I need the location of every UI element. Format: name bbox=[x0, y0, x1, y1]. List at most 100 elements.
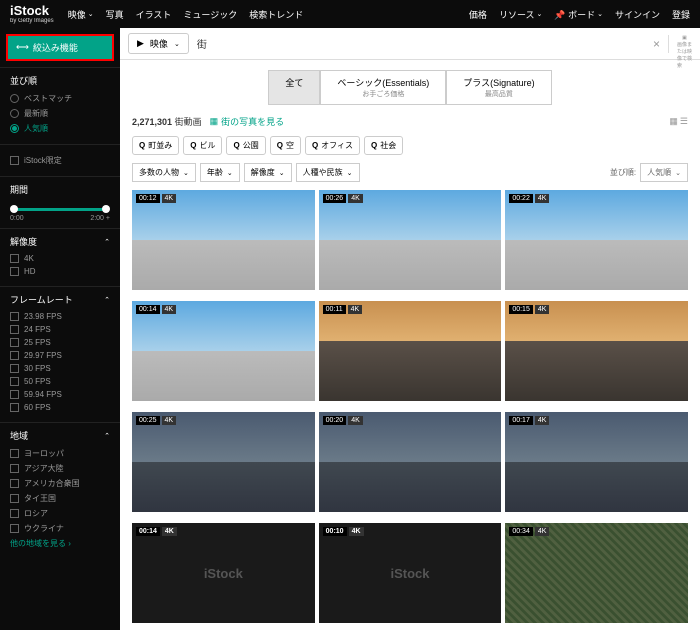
duration-section: 期間 0:002:00 + bbox=[0, 176, 120, 228]
filter-dropdown[interactable]: 年齢 ⌄ bbox=[200, 163, 240, 182]
duration-badge: 00:10 bbox=[323, 527, 347, 536]
duration-badge: 00:20 bbox=[323, 416, 347, 425]
result-thumbnail[interactable]: 00:174K bbox=[505, 412, 688, 512]
filter-dropdown[interactable]: 解像度 ⌄ bbox=[244, 163, 292, 182]
suggestion-chip[interactable]: Q 社会 bbox=[364, 136, 403, 155]
media-type-select[interactable]: ▶ 映像 ⌄ bbox=[128, 33, 189, 54]
exclusive-checkbox[interactable]: iStock限定 bbox=[10, 155, 110, 166]
filter-icon: ⟷ bbox=[16, 42, 29, 53]
duration-badge: 00:17 bbox=[509, 416, 533, 425]
filter-checkbox[interactable]: 29.97 FPS bbox=[10, 351, 110, 360]
result-count: 2,271,301 街動画 bbox=[132, 115, 202, 128]
quality-badge: 4K bbox=[349, 527, 364, 536]
search-input[interactable]: 街 bbox=[197, 36, 645, 51]
suggestion-chip[interactable]: Q オフィス bbox=[305, 136, 360, 155]
result-thumbnail[interactable]: 00:254K bbox=[132, 412, 315, 512]
filter-checkbox[interactable]: アメリカ合衆国 bbox=[10, 478, 110, 489]
filter-checkbox[interactable]: アジア大陸 bbox=[10, 463, 110, 474]
sort-select[interactable]: 並び順:人気順 ⌄ bbox=[610, 163, 688, 182]
result-thumbnail[interactable]: 00:144KiStock bbox=[132, 523, 315, 623]
filter-checkbox[interactable]: 60 FPS bbox=[10, 403, 110, 412]
sort-section: 並び順 ベストマッチ最新順人気順 bbox=[0, 67, 120, 144]
result-thumbnail[interactable]: 00:204K bbox=[319, 412, 502, 512]
filter-dropdowns: 多数の人物 ⌄年齢 ⌄解像度 ⌄人種や民族 ⌄ 並び順:人気順 ⌄ bbox=[120, 163, 700, 190]
filter-checkbox[interactable]: 24 FPS bbox=[10, 325, 110, 334]
nav-item[interactable]: 写真 bbox=[106, 8, 124, 21]
filter-checkbox[interactable]: HD bbox=[10, 267, 110, 276]
nav-item[interactable]: 検索トレンド bbox=[249, 8, 303, 21]
suggestion-chip[interactable]: Q 公園 bbox=[226, 136, 265, 155]
filter-toggle-button[interactable]: ⟷ 絞込み機能 bbox=[6, 34, 114, 61]
result-thumbnail[interactable]: 00:264K bbox=[319, 190, 502, 290]
filter-checkbox[interactable]: 23.98 FPS bbox=[10, 312, 110, 321]
result-thumbnail[interactable]: 00:124K bbox=[132, 190, 315, 290]
search-by-image-button[interactable]: ▣ 画像または映像で検索 bbox=[668, 35, 692, 53]
filter-checkbox[interactable]: タイ王国 bbox=[10, 493, 110, 504]
filter-checkbox[interactable]: ウクライナ bbox=[10, 523, 110, 534]
video-icon: ▶ bbox=[137, 38, 144, 49]
quality-badge: 4K bbox=[162, 305, 177, 314]
framerate-section: フレームレート⌃ 23.98 FPS24 FPS25 FPS29.97 FPS3… bbox=[0, 286, 120, 422]
suggestion-chip[interactable]: Q ビル bbox=[183, 136, 222, 155]
view-toggle[interactable]: ▦☰ bbox=[669, 116, 688, 127]
chevron-up-icon[interactable]: ⌃ bbox=[104, 238, 110, 246]
suggestion-chip[interactable]: Q 町並み bbox=[132, 136, 179, 155]
nav-item[interactable]: 登録 bbox=[672, 8, 690, 21]
quality-badge: 4K bbox=[348, 416, 363, 425]
sort-radio[interactable]: 人気順 bbox=[10, 123, 110, 134]
license-tabs: 全てベーシック(Essentials)お手ごろ価格プラス(Signature)最… bbox=[120, 70, 700, 105]
result-thumbnail[interactable]: 00:224K bbox=[505, 190, 688, 290]
chevron-up-icon[interactable]: ⌃ bbox=[104, 432, 110, 440]
nav-item[interactable]: 映像 ⌄ bbox=[68, 8, 94, 21]
quality-badge: 4K bbox=[162, 416, 177, 425]
duration-badge: 00:25 bbox=[136, 416, 160, 425]
sort-radio[interactable]: 最新順 bbox=[10, 108, 110, 119]
result-thumbnail[interactable]: 00:104KiStock bbox=[319, 523, 502, 623]
chevron-up-icon[interactable]: ⌃ bbox=[104, 296, 110, 304]
filter-checkbox[interactable]: ヨーロッパ bbox=[10, 448, 110, 459]
result-thumbnail[interactable]: 00:144K bbox=[132, 301, 315, 401]
filter-checkbox[interactable]: 25 FPS bbox=[10, 338, 110, 347]
quality-badge: 4K bbox=[535, 527, 550, 536]
more-regions-link[interactable]: 他の地域を見る › bbox=[10, 538, 110, 549]
duration-badge: 00:14 bbox=[136, 527, 160, 536]
image-icon: ▦ bbox=[210, 116, 219, 127]
nav-item[interactable]: イラスト bbox=[136, 8, 172, 21]
top-navbar: iStock by Getty Images 映像 ⌄ 写真イラストミュージック検… bbox=[0, 0, 700, 28]
suggestion-chip[interactable]: Q 空 bbox=[270, 136, 301, 155]
result-thumbnail[interactable]: 00:344K bbox=[505, 523, 688, 623]
resolution-section: 解像度⌃ 4KHD bbox=[0, 228, 120, 286]
filter-checkbox[interactable]: 30 FPS bbox=[10, 364, 110, 373]
license-tab[interactable]: プラス(Signature)最高品質 bbox=[446, 70, 551, 105]
duration-badge: 00:34 bbox=[509, 527, 533, 536]
nav-item[interactable]: リソース ⌄ bbox=[499, 8, 542, 21]
nav-item[interactable]: 📌 ボード ⌄ bbox=[554, 8, 603, 21]
license-tab[interactable]: 全て bbox=[268, 70, 320, 105]
nav-item[interactable]: サインイン bbox=[615, 8, 660, 21]
duration-slider[interactable] bbox=[12, 208, 108, 211]
quality-badge: 4K bbox=[535, 416, 550, 425]
see-photos-link[interactable]: ▦街の写真を見る bbox=[210, 115, 285, 128]
region-section: 地域⌃ ヨーロッパアジア大陸アメリカ合衆国タイ王国ロシアウクライナ 他の地域を見… bbox=[0, 422, 120, 555]
filter-checkbox[interactable]: 50 FPS bbox=[10, 377, 110, 386]
result-thumbnail[interactable]: 00:114K bbox=[319, 301, 502, 401]
filter-dropdown[interactable]: 多数の人物 ⌄ bbox=[132, 163, 196, 182]
results-panel: ▶ 映像 ⌄ 街 × ▣ 画像または映像で検索 全てベーシック(Essentia… bbox=[120, 28, 700, 630]
quality-badge: 4K bbox=[348, 305, 363, 314]
nav-item[interactable]: 価格 bbox=[469, 8, 487, 21]
sort-radio[interactable]: ベストマッチ bbox=[10, 93, 110, 104]
filter-dropdown[interactable]: 人種や民族 ⌄ bbox=[296, 163, 360, 182]
chevron-down-icon: ⌄ bbox=[174, 40, 180, 48]
logo[interactable]: iStock by Getty Images bbox=[10, 4, 54, 24]
nav-item[interactable]: ミュージック bbox=[183, 8, 237, 21]
primary-nav: 映像 ⌄ 写真イラストミュージック検索トレンド bbox=[68, 8, 304, 21]
result-thumbnail[interactable]: 00:154K bbox=[505, 301, 688, 401]
duration-badge: 00:12 bbox=[136, 194, 160, 203]
filter-checkbox[interactable]: 4K bbox=[10, 254, 110, 263]
quality-badge: 4K bbox=[535, 194, 550, 203]
filter-checkbox[interactable]: 59.94 FPS bbox=[10, 390, 110, 399]
license-tab[interactable]: ベーシック(Essentials)お手ごろ価格 bbox=[320, 70, 446, 105]
filter-checkbox[interactable]: ロシア bbox=[10, 508, 110, 519]
clear-icon[interactable]: × bbox=[653, 37, 660, 51]
quality-badge: 4K bbox=[348, 194, 363, 203]
